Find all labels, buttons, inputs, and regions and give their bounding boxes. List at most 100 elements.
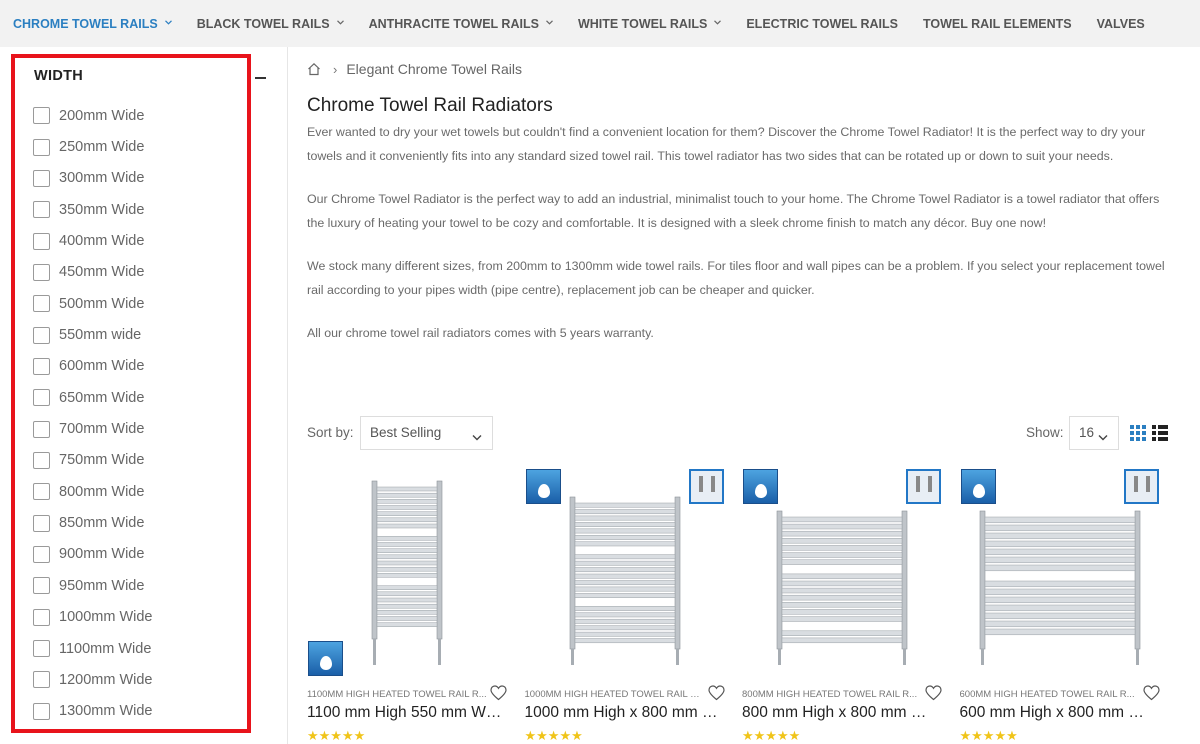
filter-option-label: 950mm Wide <box>59 577 145 594</box>
filter-option[interactable]: 950mm Wide <box>33 570 152 601</box>
filter-option[interactable]: 250mm Wide <box>33 131 152 162</box>
filter-option[interactable]: 350mm Wide <box>33 194 152 225</box>
filter-option[interactable]: 600mm Wide <box>33 351 152 382</box>
filter-option-label: 600mm Wide <box>59 358 145 375</box>
width-filter-list: 200mm Wide 250mm Wide 300mm Wide 350mm Wide… <box>33 100 152 727</box>
central-heating-badge-icon <box>743 469 778 504</box>
filter-checkbox[interactable] <box>33 169 50 187</box>
filter-checkbox[interactable] <box>33 483 50 501</box>
heart-icon[interactable] <box>925 685 942 701</box>
filter-checkbox[interactable] <box>33 107 50 125</box>
product-card[interactable]: 1000MM HIGH HEATED TOWEL RAIL R... 1000 m… <box>525 469 742 744</box>
list-view-icon[interactable] <box>1152 425 1168 441</box>
product-card[interactable]: 800MM HIGH HEATED TOWEL RAIL R... 800 mm … <box>742 469 959 744</box>
filter-option[interactable]: 800mm Wide <box>33 476 152 507</box>
filter-option[interactable]: 450mm Wide <box>33 257 152 288</box>
filter-option-label: 350mm Wide <box>59 201 145 218</box>
valve-badge-icon <box>1123 469 1159 504</box>
grid-view-icon[interactable] <box>1130 425 1146 441</box>
chevron-down-icon <box>336 20 344 27</box>
filter-option[interactable]: 1300mm Wide <box>33 696 152 727</box>
nav-item-chrome-towel-rails[interactable]: CHROME TOWEL RAILS <box>13 17 172 31</box>
nav-item-valves[interactable]: VALVES <box>1097 17 1145 31</box>
filter-checkbox[interactable] <box>33 640 50 658</box>
product-card[interactable]: 1100MM HIGH HEATED TOWEL RAIL R... 1100 m… <box>307 469 524 744</box>
filter-checkbox[interactable] <box>33 232 50 250</box>
filter-option[interactable]: 1200mm Wide <box>33 664 152 695</box>
star-rating: ★★★★★ <box>524 728 583 743</box>
filter-checkbox[interactable] <box>33 451 50 469</box>
filter-checkbox[interactable] <box>33 389 50 407</box>
filter-checkbox[interactable] <box>33 514 50 532</box>
nav-item-anthracite-towel-rails[interactable]: ANTHRACITE TOWEL RAILS <box>369 17 553 31</box>
nav-item-label: VALVES <box>1096 16 1145 31</box>
filter-option[interactable]: 550mm wide <box>33 319 152 350</box>
product-card[interactable]: 600MM HIGH HEATED TOWEL RAIL R... 600 mm … <box>960 469 1177 744</box>
product-name[interactable]: 800 mm High x 800 mm Wide <box>742 704 939 722</box>
filter-checkbox[interactable] <box>33 702 50 720</box>
filter-checkbox[interactable] <box>33 545 50 563</box>
product-name[interactable]: 1000 mm High x 800 mm Wide <box>525 704 722 722</box>
filter-option[interactable]: 300mm Wide <box>33 163 152 194</box>
filter-option[interactable]: 1000mm Wide <box>33 602 152 633</box>
valve-badge-icon <box>688 469 724 504</box>
central-heating-badge-icon <box>308 641 343 676</box>
filter-option-label: 800mm Wide <box>59 483 145 500</box>
filter-option[interactable]: 750mm Wide <box>33 445 152 476</box>
filter-checkbox[interactable] <box>33 263 50 281</box>
collapse-icon[interactable] <box>255 77 266 79</box>
filter-checkbox[interactable] <box>33 138 50 156</box>
nav-item-white-towel-rails[interactable]: WHITE TOWEL RAILS <box>578 17 722 31</box>
breadcrumb: › Elegant Chrome Towel Rails <box>307 61 522 77</box>
filter-option[interactable]: 200mm Wide <box>33 100 152 131</box>
filter-checkbox[interactable] <box>33 671 50 689</box>
nav-item-electric-towel-rails[interactable]: ELECTRIC TOWEL RAILS <box>746 17 898 31</box>
show-value: 16 <box>1079 425 1095 440</box>
product-category: 600MM HIGH HEATED TOWEL RAIL R... <box>959 689 1135 700</box>
filter-option-label: 1000mm Wide <box>59 609 153 626</box>
filter-checkbox[interactable] <box>33 420 50 438</box>
filter-option-label: 750mm Wide <box>59 452 145 469</box>
product-name[interactable]: 1100 mm High 550 mm Wide <box>307 704 504 722</box>
nav-item-black-towel-rails[interactable]: BLACK TOWEL RAILS <box>197 17 344 31</box>
filter-option-label: 450mm Wide <box>59 264 145 281</box>
filter-option[interactable]: 900mm Wide <box>33 539 152 570</box>
filter-option[interactable]: 500mm Wide <box>33 288 152 319</box>
nav-item-label: ELECTRIC TOWEL RAILS <box>746 16 898 31</box>
sort-select[interactable]: Best Selling <box>360 416 493 450</box>
home-icon[interactable] <box>307 62 321 76</box>
filter-option[interactable]: 850mm Wide <box>33 507 152 538</box>
filter-option[interactable]: 400mm Wide <box>33 225 152 256</box>
nav-item-label: CHROME TOWEL RAILS <box>13 16 158 31</box>
filter-checkbox[interactable] <box>33 326 50 344</box>
heart-icon[interactable] <box>490 685 507 701</box>
nav-item-towel-rail-elements[interactable]: TOWEL RAIL ELEMENTS <box>923 17 1072 31</box>
description-paragraph: Our Chrome Towel Radiator is the perfect… <box>307 192 1160 230</box>
filter-option-label: 1300mm Wide <box>59 703 153 720</box>
product-category: 800MM HIGH HEATED TOWEL RAIL R... <box>742 689 918 700</box>
product-category: 1100MM HIGH HEATED TOWEL RAIL R... <box>307 689 487 700</box>
filter-checkbox[interactable] <box>33 201 50 219</box>
description-paragraph: All our chrome towel rail radiators come… <box>307 326 654 340</box>
chevron-down-icon <box>472 429 482 444</box>
filter-option[interactable]: 650mm Wide <box>33 382 152 413</box>
star-rating: ★★★★★ <box>307 728 366 743</box>
valve-badge-icon <box>906 469 941 504</box>
filter-option-label: 700mm Wide <box>59 421 145 438</box>
heart-icon[interactable] <box>707 685 725 701</box>
filter-checkbox[interactable] <box>33 577 50 595</box>
filter-checkbox[interactable] <box>33 357 50 375</box>
heart-icon[interactable] <box>1142 685 1160 701</box>
nav-item-label: BLACK TOWEL RAILS <box>196 16 330 31</box>
filter-checkbox[interactable] <box>33 295 50 313</box>
filter-option[interactable]: 1100mm Wide <box>33 633 152 664</box>
filter-checkbox[interactable] <box>33 608 50 626</box>
filter-option[interactable]: 700mm Wide <box>33 413 152 444</box>
description-paragraph: We stock many different sizes, from 200m… <box>307 259 1165 297</box>
breadcrumb-current[interactable]: Elegant Chrome Towel Rails <box>346 61 522 77</box>
product-toolbar: Sort by: Best Selling Show: 16 <box>307 416 1169 450</box>
nav-item-label: TOWEL RAIL ELEMENTS <box>922 16 1072 31</box>
show-count-select[interactable]: 16 <box>1069 416 1119 450</box>
filter-option-label: 400mm Wide <box>59 233 145 250</box>
product-name[interactable]: 600 mm High x 800 mm Wide <box>960 704 1157 722</box>
